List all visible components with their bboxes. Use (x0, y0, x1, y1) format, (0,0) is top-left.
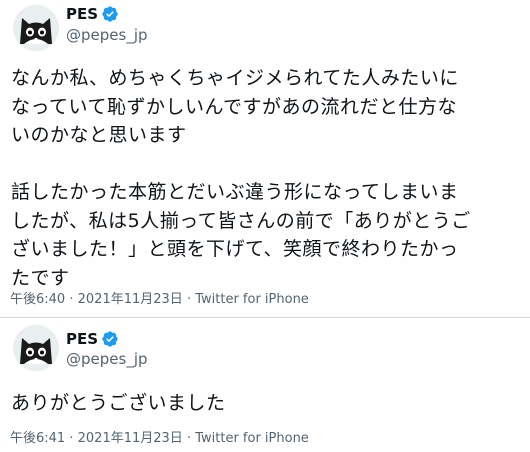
text-line: したが、私は5人揃って皆さんの前で「ありがとうご (11, 209, 471, 232)
text-line-blank (11, 150, 471, 179)
tweet-2[interactable]: PES @pepes_jp ありがとうございました 午後6:41 · 2021年… (0, 318, 530, 452)
text-line: たです (11, 266, 70, 289)
text-line: いのかなと思います (11, 124, 187, 146)
meta-separator: · (186, 431, 192, 446)
tweet-source[interactable]: Twitter for iPhone (195, 431, 309, 446)
tweet-text: ありがとうございました (11, 389, 226, 418)
tweet-meta: 午後6:41 · 2021年11月23日 · Twitter for iPhon… (10, 431, 309, 447)
text-line: ざいました！」と頭を下げて、笑顔で終わりたかっ (11, 238, 459, 260)
tweet-date[interactable]: 2021年11月23日 (78, 431, 183, 446)
meta-separator: · (186, 292, 192, 307)
verified-badge-icon (101, 330, 119, 348)
author-name-row: PES (66, 330, 119, 348)
user-handle[interactable]: @pepes_jp (66, 26, 148, 44)
user-handle[interactable]: @pepes_jp (66, 350, 148, 368)
text-line: なんか私、めちゃくちゃイジメられてた人みたいに (11, 67, 459, 89)
text-line: 話したかった本筋とだいぶ違う形になってしまいま (11, 181, 459, 203)
text-line: なっていて恥ずかしいんですがあの流れだと仕方な (11, 95, 458, 118)
meta-separator: · (69, 292, 74, 307)
tweet-text: なんか私、めちゃくちゃイジメられてた人みたいに なっていて恥ずかしいんですがあの… (11, 64, 471, 292)
cat-avatar-icon[interactable] (12, 4, 60, 52)
tweet-time[interactable]: 午後6:40 (10, 292, 65, 307)
tweet-source[interactable]: Twitter for iPhone (195, 292, 309, 307)
text-line: ありがとうございました (11, 392, 226, 414)
cat-avatar-icon[interactable] (12, 324, 60, 372)
verified-badge-icon (101, 5, 119, 23)
tweet-time[interactable]: 午後6:41 (10, 431, 65, 446)
tweet-meta: 午後6:40 · 2021年11月23日 · Twitter for iPhon… (10, 292, 309, 308)
tweet-1[interactable]: PES @pepes_jp なんか私、めちゃくちゃイジメられてた人みたいに なっ… (0, 0, 530, 318)
display-name[interactable]: PES (66, 5, 98, 23)
tweet-date[interactable]: 2021年11月23日 (78, 292, 183, 307)
meta-separator: · (69, 431, 74, 446)
display-name[interactable]: PES (66, 330, 98, 348)
author-name-row: PES (66, 5, 119, 23)
